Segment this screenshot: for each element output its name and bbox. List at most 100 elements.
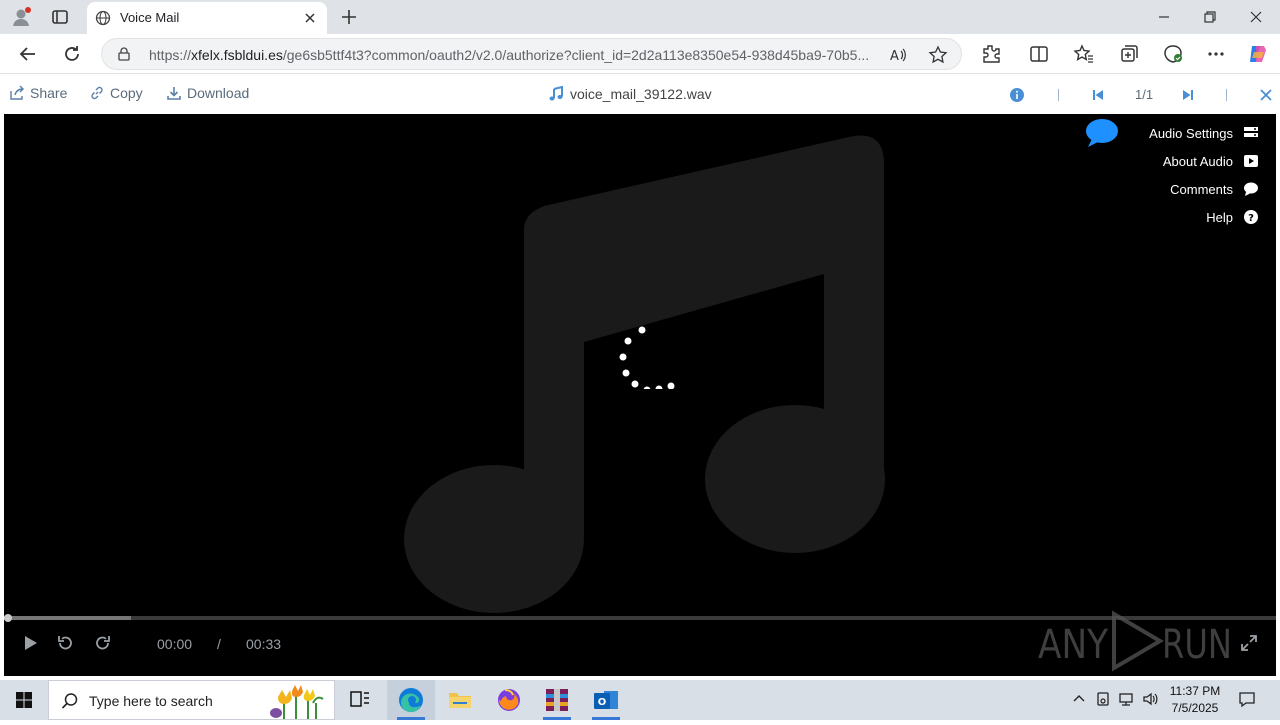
fullscreen-icon[interactable] — [1240, 634, 1258, 652]
browser-tab-strip: Voice Mail — [0, 0, 1280, 34]
favorite-star-icon[interactable] — [928, 45, 948, 65]
extensions-icon[interactable] — [979, 42, 1003, 66]
audio-player[interactable]: Audio Settings About Audio Comments Help… — [4, 114, 1276, 676]
file-explorer-icon[interactable] — [436, 680, 484, 720]
forward-icon[interactable] — [94, 634, 112, 652]
share-button[interactable]: Share — [9, 85, 67, 101]
notifications-icon[interactable] — [1238, 690, 1256, 708]
svg-text:ANY: ANY — [1038, 622, 1108, 668]
network-icon[interactable] — [1117, 690, 1135, 708]
taskbar-winrar[interactable] — [533, 680, 581, 720]
url-text: https://xfelx.fsbldui.es/ge6sb5ttf4t3?co… — [149, 47, 874, 63]
current-time: 00:00 — [157, 636, 193, 652]
tab-actions-icon[interactable] — [50, 7, 70, 27]
play-icon[interactable] — [21, 634, 39, 652]
menu-comments[interactable]: Comments — [1059, 175, 1259, 203]
toolbar-divider — [1226, 89, 1227, 101]
url-path: /ge6sb5ttf4t3?common/oauth2/v2.0/authori… — [282, 47, 870, 63]
firefox-icon[interactable] — [485, 680, 533, 720]
download-label: Download — [187, 85, 250, 101]
profile-icon[interactable] — [10, 6, 32, 28]
download-icon — [167, 87, 181, 100]
toolbar-divider — [1058, 89, 1059, 101]
close-viewer-icon[interactable] — [1258, 87, 1274, 103]
new-tab-icon[interactable] — [338, 6, 360, 28]
share-icon — [10, 85, 24, 100]
share-label: Share — [30, 85, 68, 101]
copy-button[interactable]: Copy — [89, 85, 143, 101]
help-label: Help — [1206, 209, 1233, 225]
windows-start-icon[interactable] — [0, 680, 48, 720]
audio-settings-label: Audio Settings — [1149, 125, 1233, 141]
svg-text:A: A — [890, 49, 899, 64]
about-audio-label: About Audio — [1162, 153, 1233, 169]
outlook-icon: O — [594, 691, 618, 709]
info-icon[interactable] — [1009, 87, 1025, 103]
taskbar-clock[interactable]: 11:37 PM 7/5/2025 — [1160, 683, 1230, 717]
settings-list-icon — [1244, 127, 1258, 137]
comment-icon — [1244, 182, 1258, 196]
tray-device-icon[interactable] — [1094, 690, 1112, 708]
next-icon[interactable] — [1180, 87, 1196, 103]
browser-essentials-icon[interactable] — [1161, 42, 1185, 66]
tab-voice-mail[interactable]: Voice Mail — [87, 2, 327, 34]
copy-label: Copy — [110, 85, 143, 101]
refresh-icon[interactable] — [60, 42, 84, 66]
taskbar-search-box[interactable]: Type here to search — [48, 680, 335, 720]
clock-time: 11:37 PM — [1169, 684, 1221, 698]
viewer-toolbar: Share Copy Download voice_mail_39122.wav… — [0, 75, 1280, 114]
loading-spinner-icon — [619, 326, 675, 389]
minimize-icon[interactable] — [1153, 6, 1175, 28]
task-view-icon[interactable] — [336, 680, 384, 720]
collections-icon[interactable] — [1117, 42, 1141, 66]
search-placeholder: Type here to search — [89, 693, 213, 709]
music-note-icon — [549, 86, 563, 101]
search-icon — [61, 693, 78, 709]
menu-help[interactable]: Help ? — [1059, 203, 1259, 231]
link-icon — [91, 86, 103, 100]
taskbar-edge[interactable] — [387, 680, 435, 720]
side-menu: Audio Settings About Audio Comments Help… — [1059, 119, 1259, 231]
seek-bar-progress — [4, 616, 132, 620]
rewind-icon[interactable] — [56, 634, 74, 652]
svg-text:O: O — [598, 697, 607, 708]
clock-date: 7/5/2025 — [1171, 701, 1219, 715]
seek-handle[interactable] — [4, 614, 12, 622]
restore-icon[interactable] — [1199, 6, 1221, 28]
file-title: voice_mail_39122.wav — [548, 86, 712, 102]
windows-taskbar: Type here to search O 11:37 PM 7/5/2025 — [0, 680, 1280, 720]
globe-icon — [95, 10, 111, 26]
edge-browser-icon — [399, 688, 423, 713]
menu-about-audio[interactable]: About Audio — [1059, 147, 1259, 175]
volume-icon[interactable] — [1141, 690, 1159, 708]
video-play-icon — [1244, 155, 1258, 167]
read-aloud-icon[interactable]: A — [888, 45, 908, 65]
show-hidden-icons-icon[interactable] — [1070, 690, 1088, 708]
duration: 00:33 — [246, 636, 282, 652]
favorites-icon[interactable] — [1072, 42, 1096, 66]
anyrun-watermark-logo: ANY RUN — [1038, 610, 1232, 672]
close-window-icon[interactable] — [1245, 6, 1267, 28]
page-content: Share Copy Download voice_mail_39122.wav… — [0, 75, 1280, 680]
site-info-icon[interactable] — [116, 46, 132, 62]
url-prefix: https:// — [149, 47, 192, 63]
svg-text:RUN: RUN — [1162, 622, 1232, 668]
close-tab-icon[interactable] — [301, 9, 319, 27]
split-screen-icon[interactable] — [1027, 42, 1051, 66]
copilot-icon[interactable] — [1246, 42, 1270, 66]
download-button[interactable]: Download — [166, 85, 249, 101]
browser-toolbar: https://xfelx.fsbldui.es/ge6sb5ttf4t3?co… — [0, 34, 1280, 74]
taskbar-outlook[interactable]: O — [582, 680, 630, 720]
winrar-icon — [546, 689, 568, 711]
file-name: voice_mail_39122.wav — [570, 86, 712, 102]
previous-icon[interactable] — [1090, 87, 1106, 103]
menu-audio-settings[interactable]: Audio Settings — [1059, 119, 1259, 147]
more-options-icon[interactable] — [1204, 42, 1228, 66]
help-icon: ? — [1244, 210, 1258, 224]
address-bar[interactable]: https://xfelx.fsbldui.es/ge6sb5ttf4t3?co… — [101, 38, 962, 70]
page-counter: 1/1 — [1135, 87, 1154, 102]
svg-text:?: ? — [1248, 213, 1254, 224]
back-icon[interactable] — [16, 42, 40, 66]
tab-title: Voice Mail — [120, 10, 180, 25]
time-separator: / — [217, 636, 221, 652]
